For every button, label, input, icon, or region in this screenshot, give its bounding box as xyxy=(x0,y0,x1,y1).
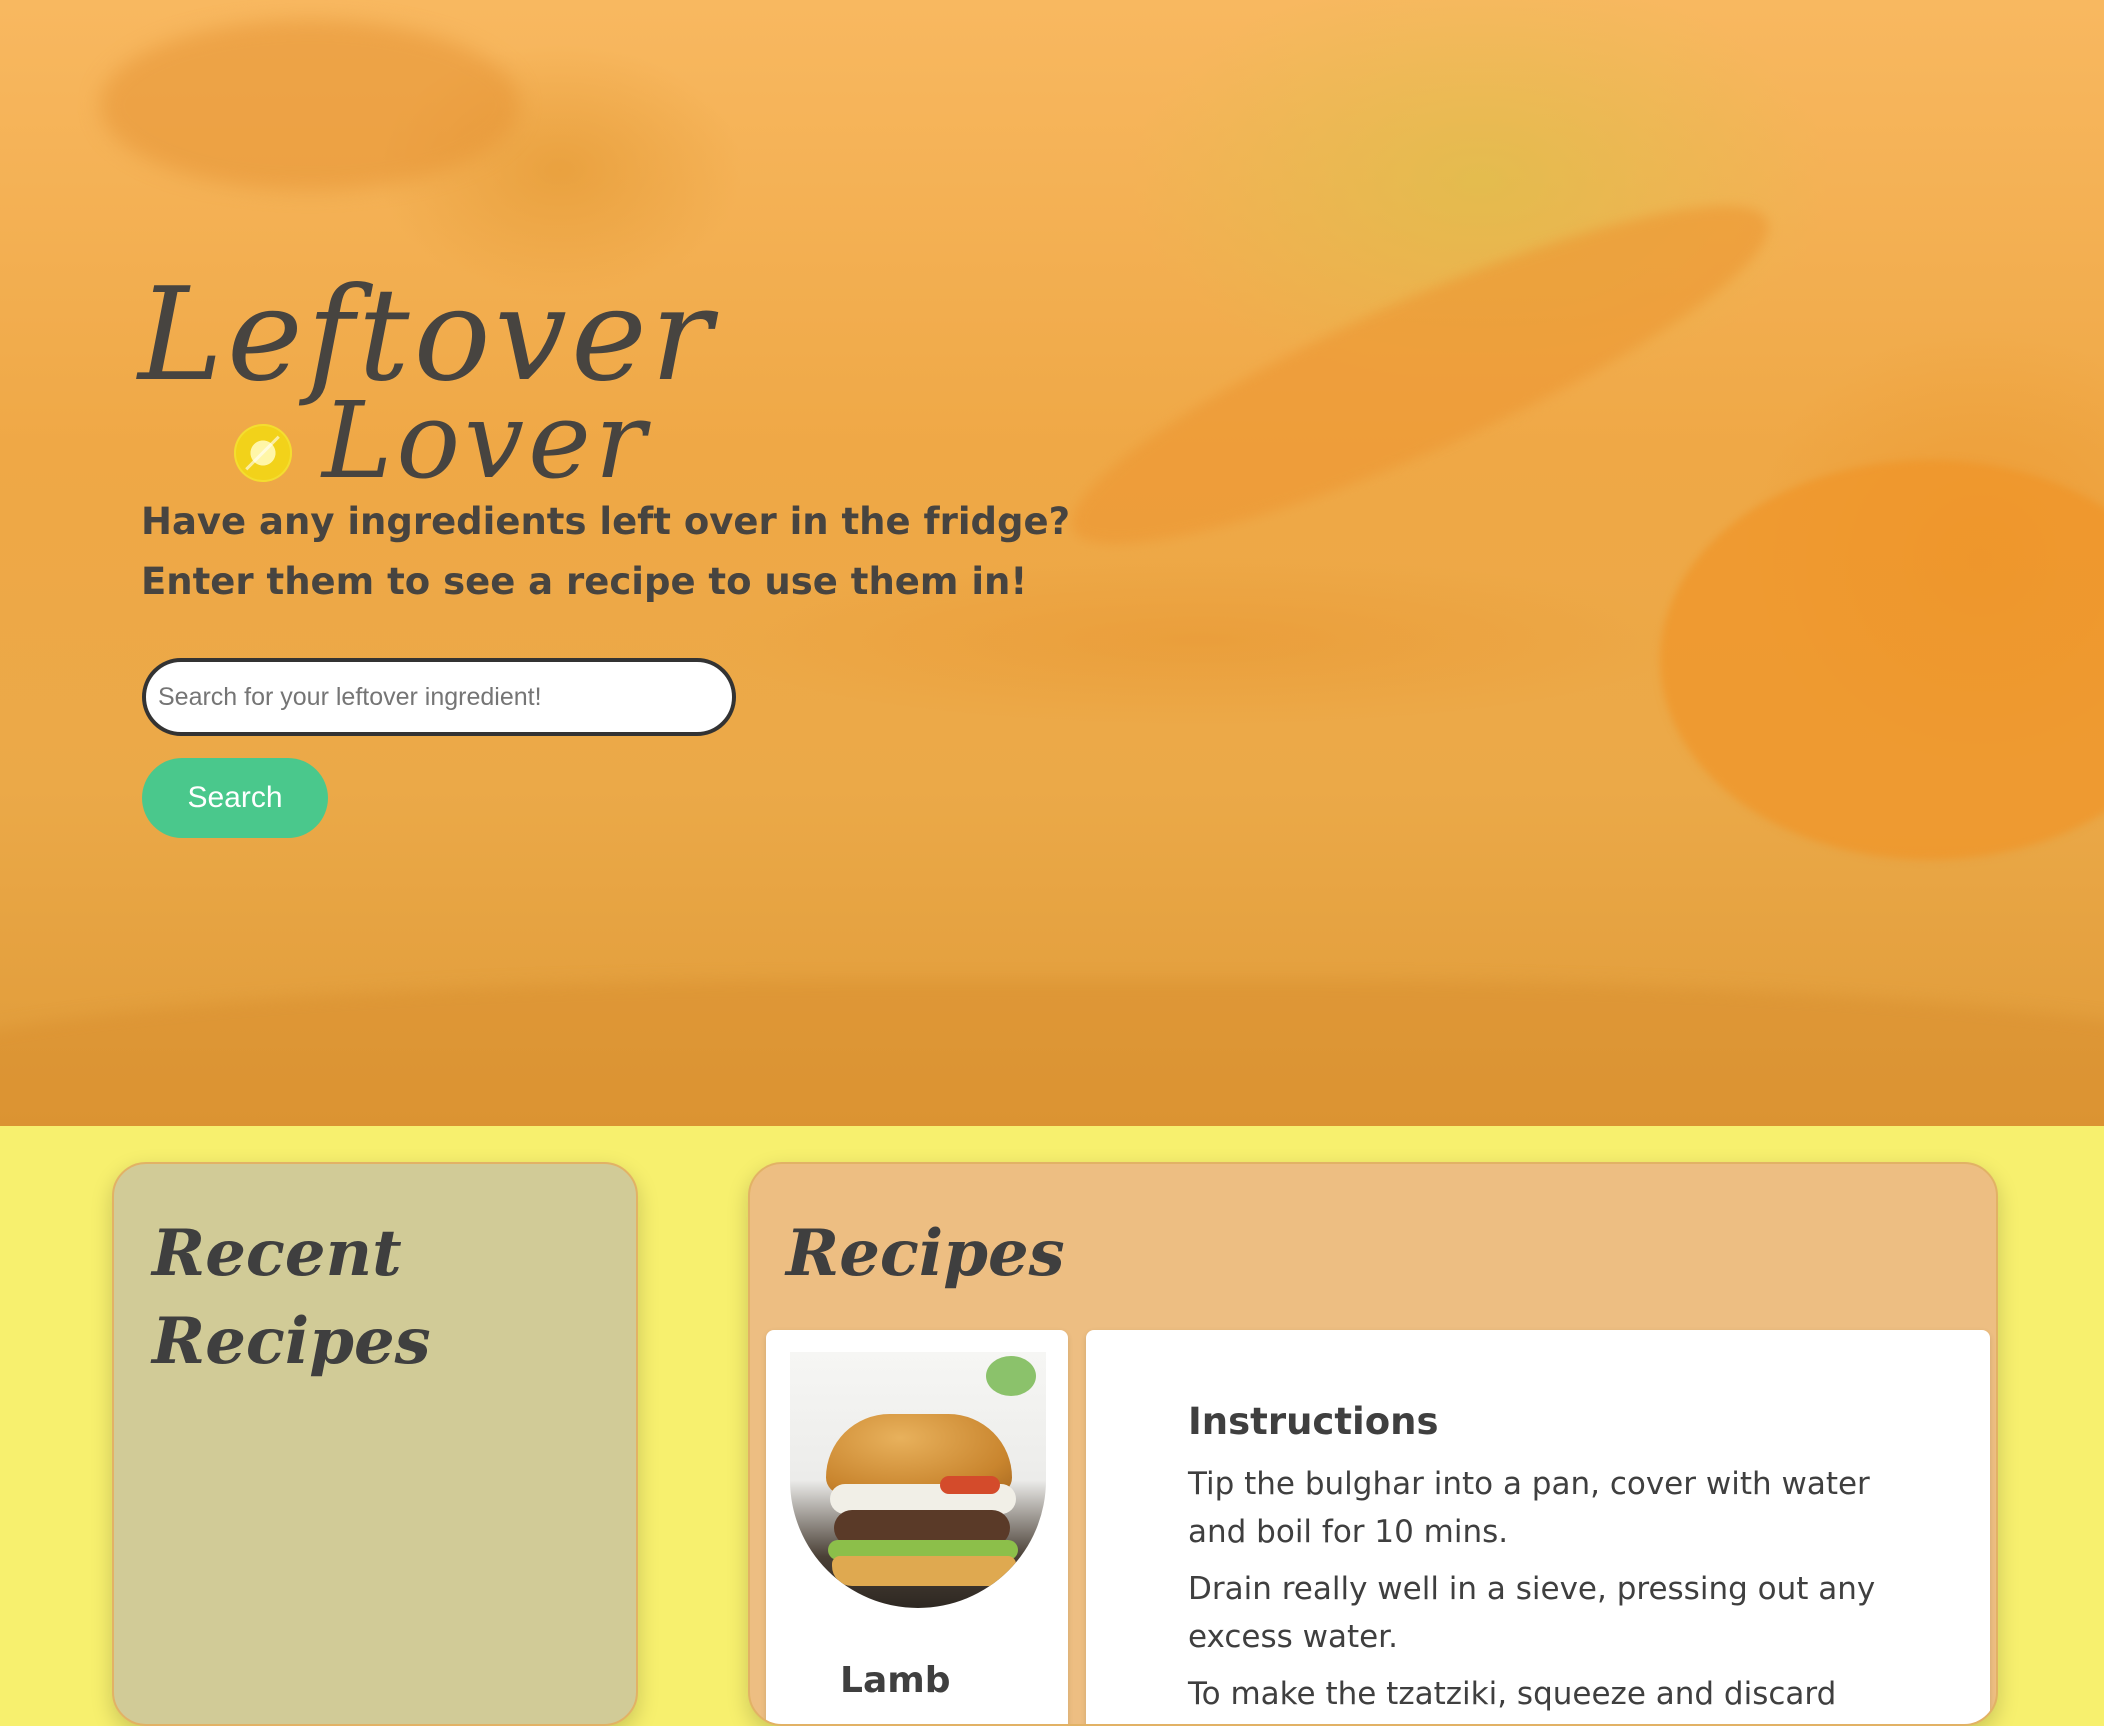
instruction-step: Drain really well in a sieve, pressing o… xyxy=(1188,1571,1876,1655)
ingredient-search-input[interactable] xyxy=(142,658,736,736)
recipe-name: Lamb xyxy=(840,1660,951,1701)
lemon-icon xyxy=(234,424,292,482)
background-vegetable xyxy=(100,20,520,190)
recipes-title: Recipes xyxy=(786,1216,1065,1291)
burger-image xyxy=(790,1352,1046,1608)
instruction-step: To make the tzatziki, squeeze and discar… xyxy=(1188,1676,1837,1712)
instruction-steps: Tip the bulghar into a pan, cover with w… xyxy=(1188,1460,1898,1724)
site-logo: Leftover Lover xyxy=(138,272,758,502)
instructions-heading: Instructions xyxy=(1188,1400,1439,1443)
recipe-card[interactable]: Lamb xyxy=(766,1330,1068,1724)
instructions-panel: Instructions Tip the bulghar into a pan,… xyxy=(1086,1330,1990,1724)
tagline: Have any ingredients left over in the fr… xyxy=(141,500,1071,543)
search-button[interactable]: Search xyxy=(142,758,328,838)
instruction-step: Tip the bulghar into a pan, cover with w… xyxy=(1188,1466,1870,1550)
recent-recipes-panel: Recent Recipes xyxy=(112,1162,638,1726)
recipes-panel: Recipes Lamb Instructions Tip the bulgha… xyxy=(748,1162,1998,1726)
tagline: Enter them to see a recipe to use them i… xyxy=(141,560,1028,603)
recent-recipes-title: Recent Recipes xyxy=(152,1216,431,1380)
logo-text-lover: Lover xyxy=(322,379,650,502)
background-vegetable xyxy=(1042,151,1798,599)
background-cutting-board xyxy=(0,980,2104,1126)
background-vegetable xyxy=(1660,460,2104,860)
hero-banner: Leftover Lover Have any ingredients left… xyxy=(0,0,2104,1126)
